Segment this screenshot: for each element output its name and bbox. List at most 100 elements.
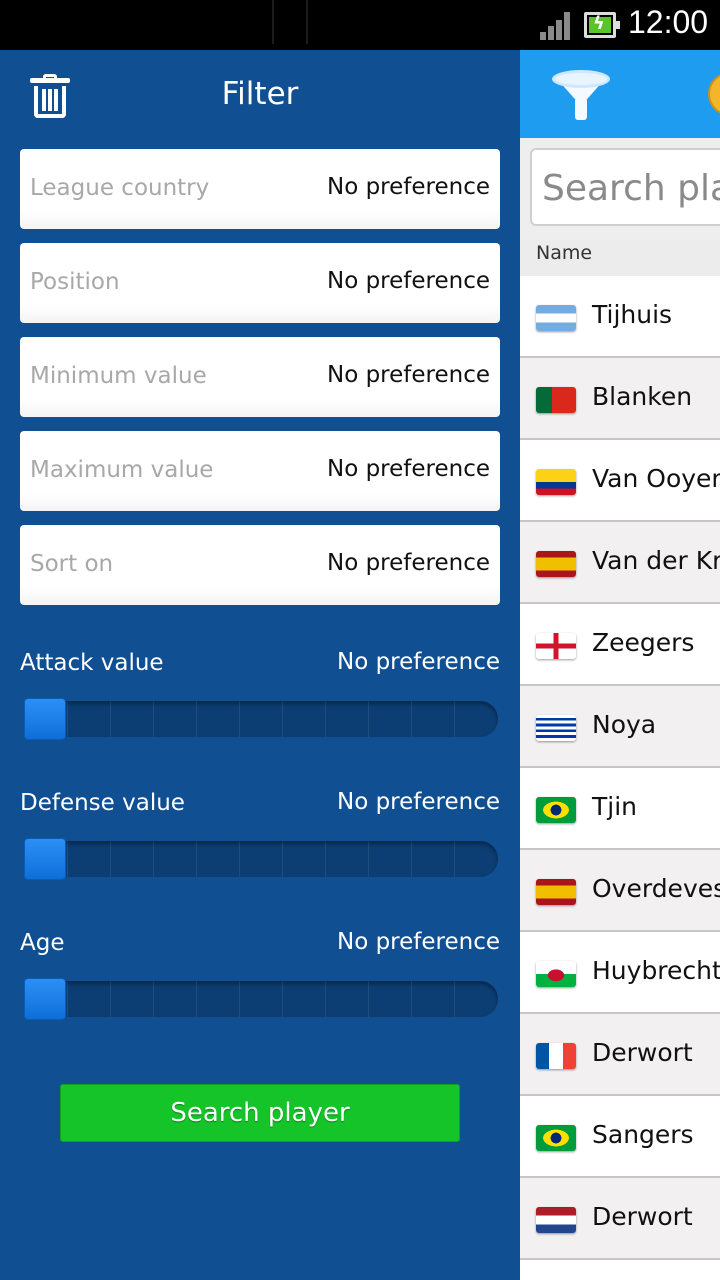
player-name: Van der Kro: [592, 546, 720, 575]
player-row[interactable]: Tjin: [520, 768, 720, 850]
field-value: No preference: [326, 550, 490, 576]
slider-tick: [239, 981, 240, 1017]
filter-funnel-icon[interactable]: [552, 70, 610, 120]
slider-tick: [239, 841, 240, 877]
slider-tick: [325, 841, 326, 877]
spain-flag-icon: [536, 551, 576, 577]
player-name: Zeegers: [592, 628, 695, 657]
slider-tick: [454, 701, 455, 737]
player-name: Sangers: [592, 1120, 694, 1149]
search-player-button[interactable]: Search player: [60, 1084, 460, 1142]
player-name: Overdevest: [592, 874, 720, 903]
action-bar: [520, 50, 720, 138]
player-name: Derwort: [592, 1202, 693, 1231]
player-row[interactable]: Derwort: [520, 1014, 720, 1096]
status-divider: [272, 0, 274, 44]
player-row[interactable]: Huybrechts: [520, 932, 720, 1014]
slider-tick: [325, 981, 326, 1017]
slider-tick: [368, 981, 369, 1017]
defense-value-label: Defense value: [20, 790, 185, 816]
minimum-value-field[interactable]: Minimum value No preference: [20, 337, 500, 417]
slider-tick: [153, 841, 154, 877]
slider-tick: [325, 701, 326, 737]
drawer-title: Filter: [221, 76, 299, 112]
wales-flag-icon: [536, 961, 576, 987]
field-label: Maximum value: [30, 457, 214, 483]
slider-tick: [239, 701, 240, 737]
league-country-field[interactable]: League country No preference: [20, 149, 500, 229]
brazil-flag-icon: [536, 797, 576, 823]
slider-tick: [196, 701, 197, 737]
player-row[interactable]: Tijhuis: [520, 276, 720, 358]
slider-tick: [368, 841, 369, 877]
netherlands-flag-icon: [536, 1207, 576, 1233]
slider-tick: [282, 701, 283, 737]
defense-slider-thumb[interactable]: [24, 838, 66, 880]
player-name: Huybrechts: [592, 956, 720, 985]
slider-tick: [411, 841, 412, 877]
signal-icon: [540, 12, 572, 40]
player-list: Tijhuis Blanken Van Ooyen Van der Kro Zeeger…: [520, 276, 720, 1260]
field-label: Minimum value: [30, 363, 207, 389]
slider-tick: [110, 701, 111, 737]
slider-tick: [454, 841, 455, 877]
slider-tick: [67, 701, 68, 737]
age-slider-thumb[interactable]: [24, 978, 66, 1020]
search-player-input[interactable]: Search play: [530, 148, 720, 226]
status-clock: 12:00: [628, 4, 709, 40]
smiley-icon[interactable]: [708, 72, 720, 116]
attack-value-readout: No preference: [336, 649, 500, 675]
england-flag-icon: [536, 633, 576, 659]
slider-tick: [110, 981, 111, 1017]
player-row[interactable]: Noya: [520, 686, 720, 768]
sort-on-field[interactable]: Sort on No preference: [20, 525, 500, 605]
player-row[interactable]: Van der Kro: [520, 522, 720, 604]
portugal-flag-icon: [536, 387, 576, 413]
age-readout: No preference: [336, 929, 500, 955]
slider-tick: [67, 841, 68, 877]
age-slider[interactable]: [24, 981, 498, 1017]
slider-tick: [196, 841, 197, 877]
status-divider: [306, 0, 308, 44]
player-name: Noya: [592, 710, 657, 739]
field-label: Sort on: [30, 551, 114, 577]
age-label: Age: [20, 930, 65, 956]
slider-tick: [67, 981, 68, 1017]
attack-slider-thumb[interactable]: [24, 698, 66, 740]
slider-tick: [110, 841, 111, 877]
player-row[interactable]: Van Ooyen: [520, 440, 720, 522]
filter-drawer: Filter League country No preference Posi…: [0, 50, 520, 1280]
position-field[interactable]: Position No preference: [20, 243, 500, 323]
attack-value-label: Attack value: [20, 650, 164, 676]
player-row[interactable]: Overdevest: [520, 850, 720, 932]
search-bar: Search play: [520, 138, 720, 240]
maximum-value-field[interactable]: Maximum value No preference: [20, 431, 500, 511]
defense-value-readout: No preference: [336, 789, 500, 815]
argentina-flag-icon: [536, 305, 576, 331]
player-row[interactable]: Zeegers: [520, 604, 720, 686]
colombia-flag-icon: [536, 469, 576, 495]
slider-tick: [196, 981, 197, 1017]
player-row[interactable]: Sangers: [520, 1096, 720, 1178]
player-name: Tjin: [592, 792, 638, 821]
attack-value-slider[interactable]: [24, 701, 498, 737]
spain-flag-icon: [536, 879, 576, 905]
field-label: Position: [30, 269, 120, 295]
field-value: No preference: [326, 268, 490, 294]
slider-tick: [411, 701, 412, 737]
player-row[interactable]: Blanken: [520, 358, 720, 440]
player-name: Tijhuis: [592, 300, 673, 329]
slider-tick: [368, 701, 369, 737]
battery-charging-icon: ϟ: [584, 12, 620, 38]
player-list-panel: Search play Name Tijhuis Blanken Van Ooyen…: [520, 50, 720, 1280]
column-header-name[interactable]: Name: [520, 240, 720, 276]
france-flag-icon: [536, 1043, 576, 1069]
player-row[interactable]: Derwort: [520, 1178, 720, 1260]
slider-tick: [153, 981, 154, 1017]
defense-value-slider[interactable]: [24, 841, 498, 877]
field-value: No preference: [326, 174, 490, 200]
status-bar: ϟ 12:00: [0, 0, 720, 50]
slider-tick: [454, 981, 455, 1017]
brazil-flag-icon: [536, 1125, 576, 1151]
slider-tick: [411, 981, 412, 1017]
